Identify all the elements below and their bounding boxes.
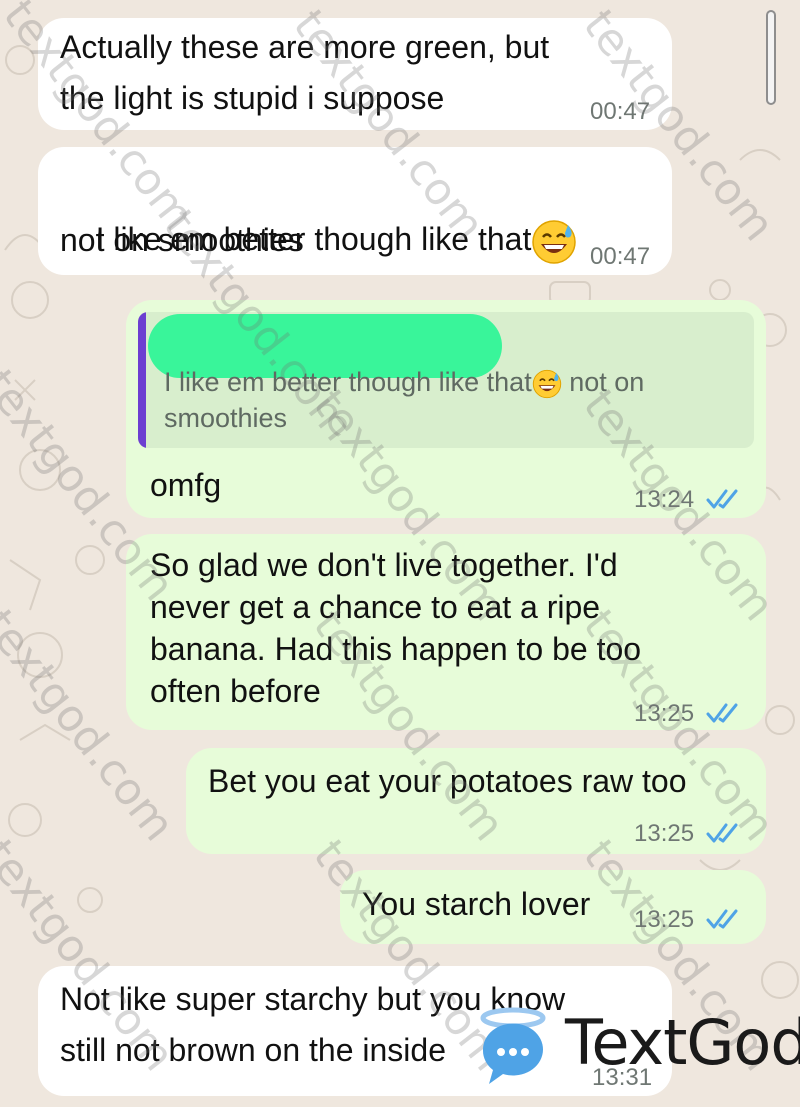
message-text: never get a chance to eat a ripe — [150, 589, 601, 625]
message-bubble-outgoing[interactable]: You starch lover 13:25 — [340, 870, 766, 944]
reply-quote-text-main: I like em better though like that — [164, 367, 532, 397]
message-timestamp: 13:24 — [634, 486, 695, 513]
message-text: You starch lover — [362, 886, 591, 922]
message-text: often before — [150, 673, 321, 709]
reply-quote-text: I like em better though like that not on… — [164, 364, 744, 436]
reply-quote[interactable]: I like em better though like that not on… — [138, 312, 754, 448]
message-text: Actually these are more green, but — [60, 29, 550, 65]
reply-quote-bar — [138, 312, 146, 448]
message-timestamp: 00:47 — [590, 98, 651, 125]
textgod-logo-text: TextGod — [565, 1006, 800, 1079]
message-timestamp: 13:25 — [634, 820, 695, 847]
read-receipt-icon — [706, 823, 738, 843]
message-text: Bet you eat your potatoes raw too — [208, 763, 687, 799]
message-text: omfg — [150, 467, 222, 503]
message-timestamp: 13:25 — [634, 906, 695, 933]
message-text: banana. Had this happen to be too — [150, 631, 642, 667]
textgod-halo-bubble-icon — [480, 1007, 546, 1084]
read-receipt-icon — [706, 909, 738, 929]
message-bubble-incoming[interactable]: I like em better though like that not on… — [38, 147, 672, 275]
sweat-smile-emoji-icon — [532, 219, 577, 264]
message-text: not on smoothies — [60, 222, 304, 258]
read-receipt-icon — [706, 489, 738, 509]
message-text: still not brown on the inside — [60, 1032, 446, 1068]
sweat-smile-emoji-icon — [532, 369, 561, 399]
message-timestamp: 00:47 — [590, 243, 651, 270]
read-receipt-icon — [706, 703, 738, 723]
message-bubble-outgoing[interactable]: So glad we don't live together. I'd neve… — [126, 534, 766, 730]
scrollbar-thumb[interactable] — [766, 10, 776, 105]
message-text: So glad we don't live together. I'd — [150, 547, 618, 583]
message-text: the light is stupid i suppose — [60, 80, 445, 116]
message-bubble-outgoing[interactable]: Bet you eat your potatoes raw too 13:25 — [186, 748, 766, 854]
message-bubble-incoming[interactable]: Actually these are more green, but the l… — [38, 18, 672, 130]
message-timestamp: 13:25 — [634, 700, 695, 727]
textgod-logo: TextGod — [473, 1002, 800, 1092]
